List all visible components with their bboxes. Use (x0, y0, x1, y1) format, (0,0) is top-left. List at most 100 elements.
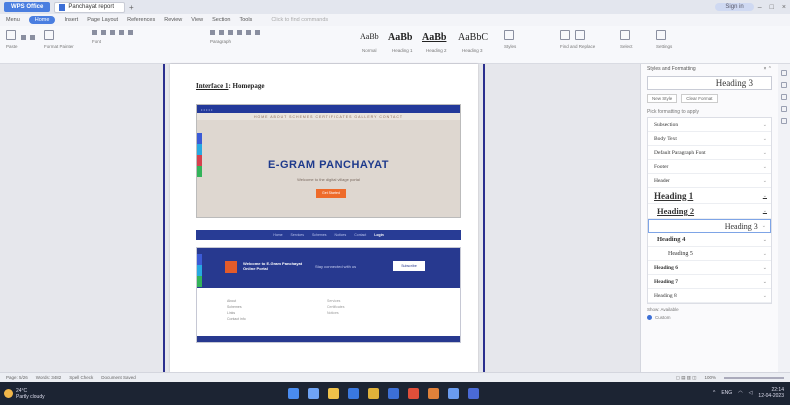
chevron-down-icon[interactable]: ⌄ (763, 279, 767, 285)
chevron-down-icon[interactable]: ⌄ (763, 208, 767, 214)
styles-icon[interactable] (504, 30, 514, 40)
menu-item-page-layout[interactable]: Page Layout (87, 17, 118, 23)
taskbar-app-icon[interactable] (388, 388, 399, 399)
spell-check-toggle[interactable]: Spell Check (69, 375, 93, 380)
find-replace-icon[interactable] (560, 30, 570, 40)
chevron-down-icon[interactable]: ⌄ (763, 122, 767, 128)
taskbar-app-icon[interactable] (348, 388, 359, 399)
menu-item-references[interactable]: References (127, 17, 155, 23)
view-mode-icons[interactable]: ▢ ▤ ▥ ◫ (676, 375, 697, 381)
taskbar-app-icon[interactable] (408, 388, 419, 399)
chevron-down-icon[interactable]: ⌄ (763, 193, 767, 199)
style-item[interactable]: Default Paragraph Font ⌄ (648, 146, 771, 160)
custom-radio[interactable]: Custom (647, 315, 772, 321)
new-style-button[interactable]: New Style (647, 94, 678, 103)
new-tab-icon[interactable]: + (129, 3, 134, 12)
style-item[interactable]: Body Text ⌄ (648, 132, 771, 146)
taskbar-app-icon[interactable] (448, 388, 459, 399)
clear-format-button[interactable]: Clear Format (681, 94, 718, 103)
command-search[interactable]: Click to find commands (271, 17, 328, 23)
chevron-down-icon[interactable]: ⌄ (763, 265, 767, 271)
language-indicator[interactable]: ENG (721, 390, 732, 396)
page-indicator[interactable]: Page: 5/26 (6, 375, 28, 380)
show-filter[interactable]: Show: Available (647, 307, 772, 312)
style-item[interactable]: Heading 8 ⌄ (648, 289, 771, 303)
clock[interactable]: 22:14 12-04-2023 (758, 387, 784, 399)
document-canvas[interactable]: Interface 1: Homepage • • • • • HOME ABO… (0, 64, 640, 372)
select-icon[interactable] (574, 30, 585, 40)
bullets-icon[interactable] (210, 30, 215, 35)
weather-widget[interactable]: 24°C Partly cloudy (4, 388, 45, 400)
align-left-icon[interactable] (227, 30, 233, 35)
copy-icon[interactable] (29, 35, 35, 40)
style-item[interactable]: Footer ⌄ (648, 160, 771, 174)
chevron-down-icon[interactable]: ⌄ (763, 178, 767, 184)
numbering-icon[interactable] (218, 30, 224, 35)
cut-icon[interactable] (20, 35, 26, 40)
navigation-icon[interactable] (781, 82, 787, 88)
style-sample-heading-1[interactable]: AaBb (388, 32, 412, 43)
chevron-down-icon[interactable]: ⌄ (763, 293, 767, 299)
align-center-icon[interactable] (236, 30, 242, 35)
minimize-icon[interactable]: – (758, 4, 762, 11)
style-item[interactable]: Heading 4 ⌄ (648, 233, 771, 247)
wifi-icon[interactable]: ◠ (738, 390, 742, 396)
share-icon[interactable] (781, 106, 787, 112)
menu-item-tools[interactable]: Tools (239, 17, 252, 23)
help-icon[interactable] (781, 118, 787, 124)
chevron-down-icon[interactable]: ⌄ (763, 237, 767, 243)
chevron-down-icon[interactable]: ⌄ (763, 136, 767, 142)
settings-icon[interactable] (620, 30, 630, 40)
taskbar-app-icon[interactable] (368, 388, 379, 399)
sign-in-button[interactable]: Sign in (715, 3, 754, 11)
font-color-icon[interactable] (118, 30, 124, 35)
format-painter-icon[interactable] (44, 30, 54, 40)
properties-icon[interactable] (781, 94, 787, 100)
highlight-icon[interactable] (127, 30, 133, 35)
style-sample-normal[interactable]: AaBb (360, 32, 379, 41)
styles-pane-icon[interactable] (781, 70, 787, 76)
volume-icon[interactable]: ◁ (749, 390, 753, 396)
taskbar-app-icon[interactable] (288, 388, 299, 399)
underline-icon[interactable] (109, 30, 115, 35)
style-item[interactable]: Heading 3 ⌄ (648, 219, 771, 233)
chevron-down-icon[interactable]: ⌄ (763, 150, 767, 156)
word-count[interactable]: Words: 3482 (36, 375, 61, 380)
style-item[interactable]: Heading 6 ⌄ (648, 261, 771, 275)
menu-item-view[interactable]: View (191, 17, 203, 23)
document-page[interactable]: Interface 1: Homepage • • • • • HOME ABO… (170, 64, 478, 372)
chevron-down-icon[interactable]: ⌄ (763, 164, 767, 170)
chevron-down-icon[interactable]: ⌄ (762, 223, 766, 229)
style-item[interactable]: Heading 1 ⌄ (648, 188, 771, 204)
style-sample-heading-2[interactable]: AaBb (422, 32, 446, 43)
taskbar-app-icon[interactable] (328, 388, 339, 399)
panel-close-icon[interactable]: × ⌃ (764, 66, 773, 72)
menu-item-home[interactable]: Home (28, 16, 56, 24)
line-spacing-icon[interactable] (254, 30, 260, 35)
menu-item-insert[interactable]: Insert (64, 17, 78, 23)
chevron-up-icon[interactable]: ^ (713, 390, 715, 396)
footer-screenshot[interactable]: Welcome to E-Gram Panchayat Online Porta… (196, 247, 461, 343)
menu-item-section[interactable]: Section (212, 17, 230, 23)
maximize-icon[interactable]: □ (770, 4, 774, 11)
style-item[interactable]: Header ⌄ (648, 174, 771, 188)
homepage-screenshot[interactable]: • • • • • HOME ABOUT SCHEMES CERTIFICATE… (196, 104, 461, 218)
bold-icon[interactable] (92, 30, 97, 35)
zoom-slider[interactable] (724, 376, 784, 379)
app-home-button[interactable]: WPS Office (4, 2, 51, 12)
style-item[interactable]: Heading 7 ⌄ (648, 275, 771, 289)
style-sample-heading-3[interactable]: AaBbC (458, 32, 488, 43)
style-item[interactable]: Heading 2 ⌄ (648, 204, 771, 219)
paste-icon[interactable] (6, 30, 16, 40)
gear-icon[interactable] (656, 30, 666, 40)
taskbar-app-icon[interactable] (428, 388, 439, 399)
menu-item-menu[interactable]: Menu (6, 17, 20, 23)
style-item[interactable]: Subsection ⌄ (648, 118, 771, 132)
align-right-icon[interactable] (245, 30, 251, 35)
taskbar-app-icon[interactable] (308, 388, 319, 399)
taskbar-app-icon[interactable] (468, 388, 479, 399)
document-tab[interactable]: Panchayat report (54, 1, 126, 13)
italic-icon[interactable] (100, 30, 106, 35)
style-item[interactable]: Heading 5 ⌄ (648, 247, 771, 261)
menu-item-review[interactable]: Review (164, 17, 182, 23)
